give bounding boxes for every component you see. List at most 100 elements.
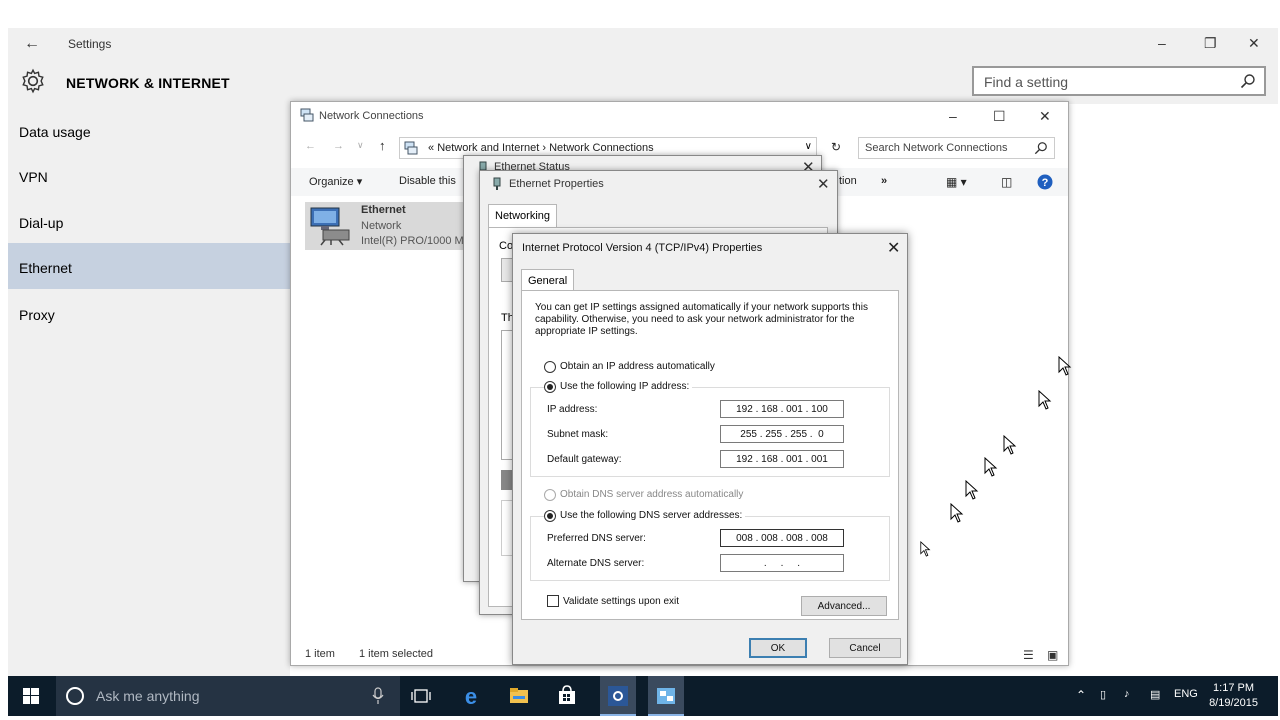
nav-item-vpn[interactable]: VPN [8,155,290,199]
gear-icon [22,68,44,94]
section-title: NETWORK & INTERNET [66,75,230,91]
network-connections-icon [404,141,418,155]
alternate-dns-field[interactable]: . . . [720,554,844,572]
cancel-button[interactable]: Cancel [829,638,901,658]
back-arrow-icon[interactable]: ← [24,35,40,53]
ethernet-adapter-icon [310,207,350,246]
checkbox-box [547,595,559,607]
breadcrumb-network-connections[interactable]: Network Connections [549,142,654,154]
toolbar-partial-button[interactable]: tion [839,175,857,187]
preferred-dns-label: Preferred DNS server: [547,533,646,544]
nav-item-proxy[interactable]: Proxy [8,293,290,337]
nav-item-data-usage[interactable]: Data usage [8,110,290,154]
subnet-mask-field[interactable]: 255 . 255 . 255 . 0 [720,425,844,443]
ip-manual-radio[interactable]: Use the following IP address: [544,381,693,393]
mouse-cursor-icon [984,457,998,477]
settings-title: Settings [68,37,112,51]
mouse-cursor-icon [1038,390,1052,410]
task-view-icon[interactable] [408,683,434,709]
settings-nav: Data usage VPN Dial-up Ethernet Proxy [8,104,290,676]
ip-address-field[interactable]: 192 . 168 . 001 . 100 [720,400,844,418]
settings-app-icon [608,686,628,706]
search-icon[interactable] [1240,73,1256,89]
ipv4-close-button[interactable]: ✕ [887,238,900,258]
up-arrow-icon[interactable]: ↑ [379,138,386,153]
action-center-icon[interactable]: ▤ [1150,688,1160,701]
large-icons-view-icon[interactable]: ▣ [1047,648,1058,662]
ethernet-properties-close-button[interactable]: ✕ [817,175,830,193]
search-icon[interactable] [1034,141,1048,155]
ethernet-adapter-icon [493,177,501,190]
details-view-icon[interactable]: ☰ [1023,648,1034,662]
mouse-cursor-icon [920,541,931,557]
volume-icon[interactable]: ♪ [1124,688,1130,700]
find-setting-search[interactable]: Find a setting [972,66,1266,96]
nav-item-dial-up[interactable]: Dial-up [8,201,290,245]
breadcrumb-network-and-internet[interactable]: Network and Internet [437,142,539,154]
validate-settings-checkbox[interactable]: Validate settings upon exit [547,595,679,607]
ipv4-title: Internet Protocol Version 4 (TCP/IPv4) P… [522,242,763,254]
preview-pane-icon[interactable]: ◫ [1001,175,1012,189]
tab-general[interactable]: General [521,269,575,291]
mouse-cursor-icon [950,503,964,523]
subnet-mask-label: Subnet mask: [547,429,609,440]
ip-auto-radio[interactable]: Obtain an IP address automatically [544,361,715,373]
search-placeholder: Find a setting [984,74,1069,90]
explorer-minimize-button[interactable]: – [949,108,957,124]
connect-using-label: Co [499,240,514,252]
explorer-maximize-button[interactable]: ☐ [993,108,1006,125]
close-button[interactable]: ✕ [1248,35,1260,52]
disable-device-button[interactable]: Disable this [399,175,456,187]
tab-networking[interactable]: Networking [488,204,558,227]
mouse-cursor-icon [1058,356,1072,376]
cortana-search-box[interactable]: Ask me anything [56,676,400,716]
ip-address-label: IP address: [547,404,598,415]
nav-forward-icon[interactable]: → [333,140,344,152]
taskbar-network-connections-active[interactable] [648,676,684,716]
taskbar-settings-active[interactable] [600,676,636,716]
radio-dot [544,489,556,501]
mouse-cursor-icon [965,480,979,500]
address-dropdown-icon[interactable]: ∨ [805,141,812,152]
microphone-icon[interactable] [372,687,384,705]
change-view-icon[interactable]: ▦ ▾ [946,175,967,189]
dns-auto-radio[interactable]: Obtain DNS server address automatically [544,489,743,501]
file-explorer-icon[interactable] [506,683,532,709]
windows-start-icon[interactable] [23,688,39,704]
organize-button[interactable]: Organize ▾ [309,175,362,188]
ethernet-connection-item[interactable]: Ethernet Network Intel(R) PRO/1000 M [305,202,465,250]
dns-manual-label: Use the following DNS server addresses: [560,510,743,521]
nav-item-ethernet[interactable]: Ethernet [8,243,290,289]
maximize-button[interactable]: ❐ [1204,35,1217,52]
refresh-icon[interactable]: ↻ [831,140,841,154]
clock-time: 1:17 PM [1213,682,1255,694]
network-tray-icon[interactable]: ▯ [1100,688,1106,701]
ipv4-description: You can get IP settings assigned automat… [535,302,868,337]
dns-manual-radio[interactable]: Use the following DNS server addresses: [544,510,746,522]
default-gateway-field[interactable]: 192 . 168 . 001 . 001 [720,450,844,468]
connection-adapter: Intel(R) PRO/1000 M [361,235,464,247]
edge-browser-icon[interactable]: e [458,683,484,709]
radio-dot-selected [544,510,556,522]
connection-status: Network [361,220,402,232]
toolbar-overflow-button[interactable]: » [881,175,887,187]
taskbar: Ask me anything e ⌃ ▯ ♪ ▤ ENG 1:17 PM 8/… [8,676,1278,716]
system-clock[interactable]: 1:17 PM 8/19/2015 [1209,681,1258,711]
minimize-button[interactable]: – [1158,35,1166,51]
nav-back-icon[interactable]: ← [305,140,316,152]
ok-button[interactable]: OK [749,638,807,658]
connection-name: Ethernet [361,204,406,216]
explorer-search-input[interactable]: Search Network Connections [858,137,1055,159]
advanced-button[interactable]: Advanced... [801,596,887,616]
show-hidden-icons-icon[interactable]: ⌃ [1076,688,1086,702]
settings-titlebar: ← Settings – ❐ ✕ [8,28,1278,62]
explorer-close-button[interactable]: ✕ [1039,108,1051,125]
preferred-dns-field[interactable]: 008 . 008 . 008 . 008 [720,529,844,547]
alternate-dns-label: Alternate DNS server: [547,558,645,569]
svg-text:?: ? [1042,177,1049,189]
store-icon[interactable] [554,683,580,709]
language-indicator[interactable]: ENG [1174,688,1198,700]
settings-header: NETWORK & INTERNET Find a setting [8,62,1278,104]
recent-dropdown-icon[interactable]: ∨ [357,140,364,151]
help-icon[interactable]: ? [1037,174,1053,190]
